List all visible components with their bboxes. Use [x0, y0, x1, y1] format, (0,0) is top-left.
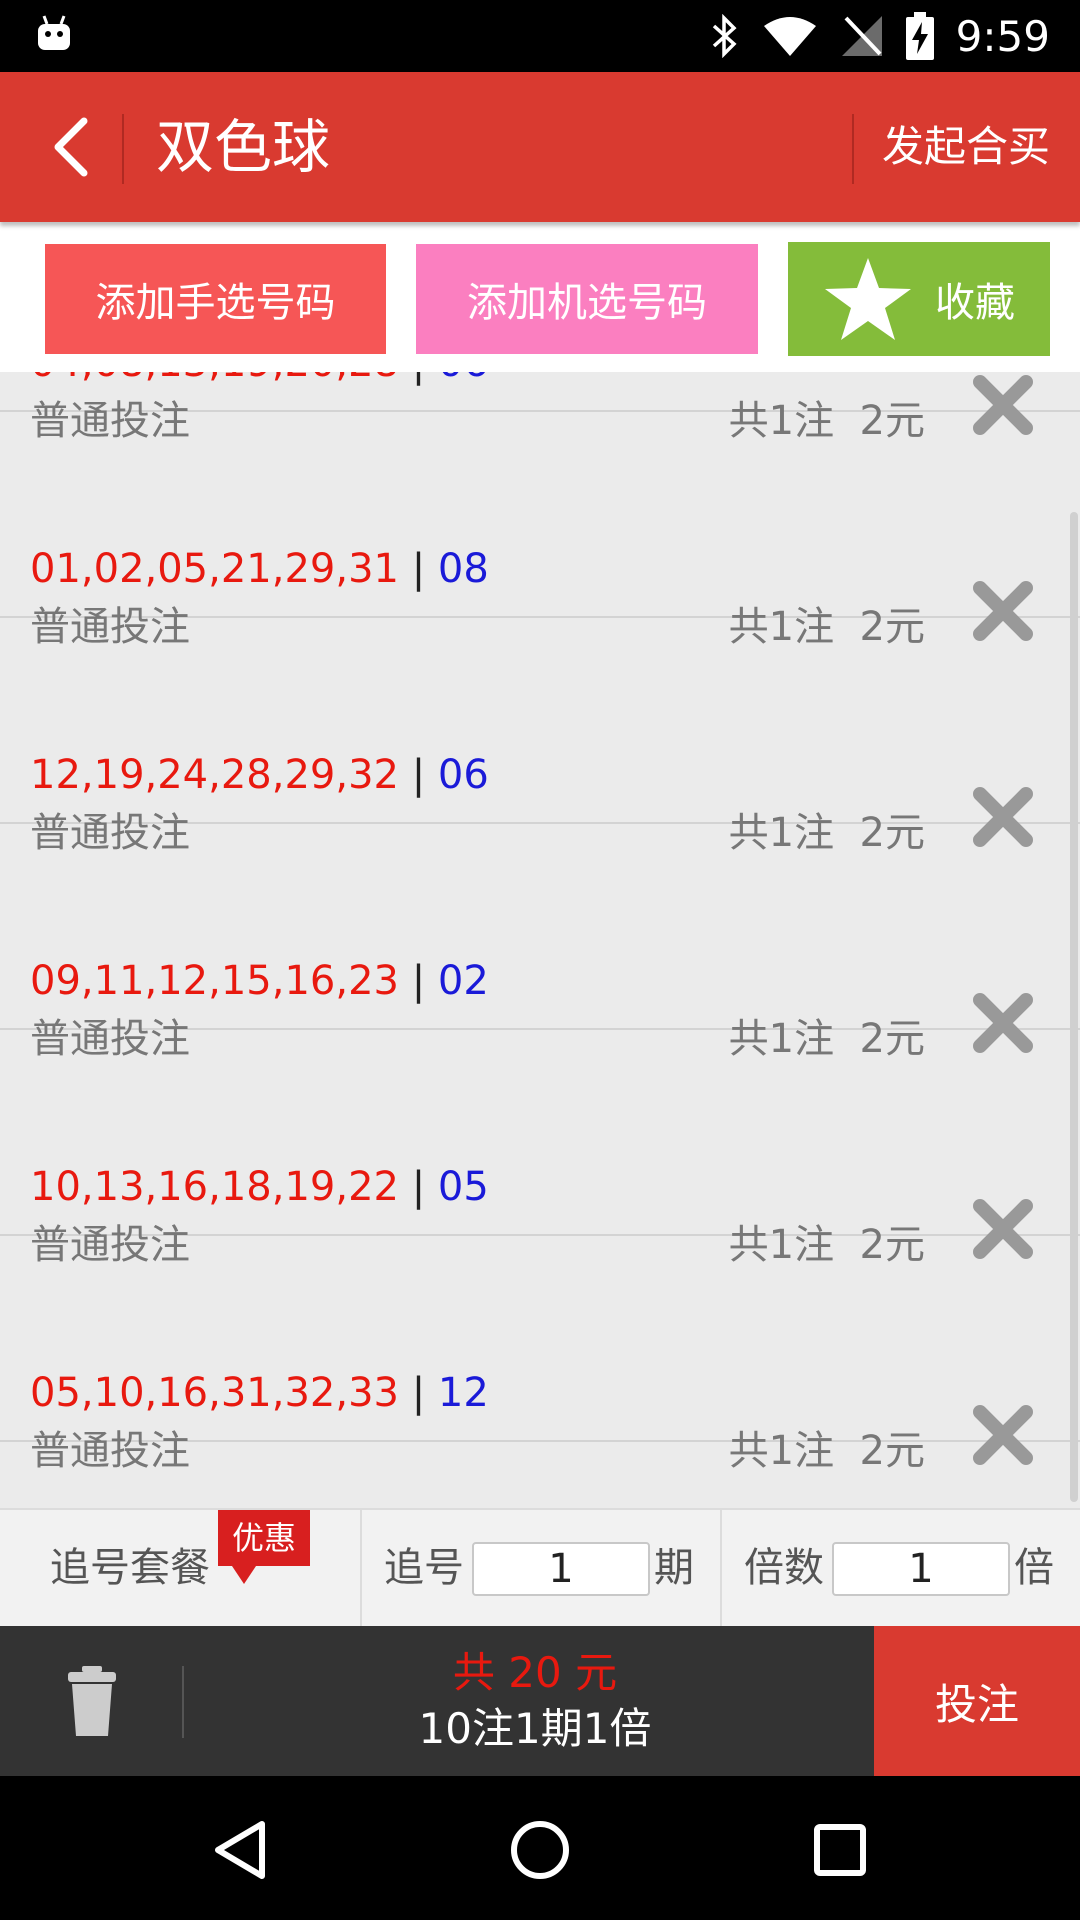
ball-separator: |	[411, 752, 426, 798]
add-random-numbers-button[interactable]: 添加机选号码	[416, 244, 758, 354]
delete-icon[interactable]	[972, 1404, 1034, 1466]
bluetooth-icon	[712, 14, 737, 58]
page-title: 双色球	[156, 113, 331, 181]
favorite-button[interactable]: 收藏	[788, 242, 1050, 356]
list-item: 05,10,16,31,32,33 | 12 普通投注 共1注 2元	[0, 1236, 1080, 1474]
place-bet-label: 投注	[934, 1679, 1019, 1729]
red-balls: 04,08,13,19,20,28	[30, 372, 399, 386]
checkout-divider	[182, 1666, 184, 1738]
blue-ball: 06	[437, 752, 489, 798]
app-header: 双色球 发起合买	[0, 72, 1080, 222]
checkout-bar: 共 20 元 10注1期1倍 投注	[0, 1626, 1080, 1776]
wifi-icon	[763, 17, 816, 56]
star-icon	[825, 258, 911, 340]
red-balls: 09,11,12,15,16,23	[30, 958, 399, 1004]
header-divider	[122, 114, 124, 184]
promo-badge-tail	[232, 1566, 256, 1584]
bet-numbers: 04,08,13,19,20,28 | 06	[30, 372, 489, 388]
chase-divider	[360, 1510, 362, 1626]
red-balls: 05,10,16,31,32,33	[30, 1370, 399, 1416]
header-divider	[852, 114, 854, 184]
place-bet-button[interactable]: 投注	[874, 1626, 1080, 1776]
start-group-buy-button[interactable]: 发起合买	[882, 120, 1050, 174]
periods-input[interactable]: 1	[472, 1542, 650, 1596]
periods-unit: 期	[654, 1545, 694, 1591]
add-numbers-toolbar: 添加手选号码 添加机选号码 收藏	[0, 222, 1080, 372]
status-bar: 9:59	[0, 0, 1080, 72]
navigation-bar	[0, 1776, 1080, 1920]
trash-icon[interactable]	[66, 1666, 118, 1736]
multiple-unit: 倍	[1014, 1545, 1054, 1591]
back-nav-icon[interactable]	[200, 1810, 280, 1890]
home-nav-icon[interactable]	[500, 1810, 580, 1890]
bet-numbers: 12,19,24,28,29,32 | 06	[30, 750, 489, 800]
favorite-label: 收藏	[935, 280, 1015, 326]
clock: 9:59	[955, 11, 1050, 61]
blue-ball: 06	[438, 372, 489, 386]
promo-badge: 优惠	[218, 1510, 310, 1586]
ball-separator: |	[411, 1370, 426, 1416]
add-manual-numbers-button[interactable]: 添加手选号码	[45, 244, 386, 354]
bet-numbers: 10,13,16,18,19,22 | 05	[30, 1162, 489, 1212]
blue-ball: 05	[437, 1164, 489, 1210]
scrollbar[interactable]	[1070, 512, 1078, 1502]
blue-ball: 02	[437, 958, 489, 1004]
ball-separator: |	[411, 958, 426, 1004]
add-manual-numbers-label: 添加手选号码	[95, 280, 336, 326]
battery-charging-icon	[905, 12, 934, 60]
red-balls: 10,13,16,18,19,22	[30, 1164, 399, 1210]
ball-separator: |	[411, 1164, 426, 1210]
bet-summary: 10注1期1倍	[418, 1704, 652, 1753]
bet-numbers: 05,10,16,31,32,33 | 12	[30, 1368, 489, 1418]
multiple-label: 倍数	[744, 1545, 824, 1591]
red-balls: 01,02,05,21,29,31	[30, 546, 399, 592]
ball-separator: |	[411, 546, 426, 592]
bet-cost: 共1注 2元	[728, 1428, 925, 1474]
chase-divider	[720, 1510, 722, 1626]
bet-numbers: 01,02,05,21,29,31 | 08	[30, 544, 489, 594]
bet-numbers: 09,11,12,15,16,23 | 02	[30, 956, 489, 1006]
promo-badge-label: 优惠	[218, 1510, 310, 1566]
chase-package-button[interactable]: 追号套餐	[50, 1510, 210, 1626]
ball-separator: |	[412, 372, 425, 386]
multiple-input[interactable]: 1	[832, 1542, 1010, 1596]
total-amount: 共 20 元	[452, 1648, 618, 1697]
list-item: 10,13,16,18,19,22 | 05 普通投注 共1注 2元	[0, 1030, 1080, 1268]
blue-ball: 08	[437, 546, 489, 592]
list-item: 04,08,13,19,20,28 | 06 普通投注 共1注 2元	[0, 372, 1080, 444]
bet-type: 普通投注	[30, 1428, 190, 1474]
list-item: 01,02,05,21,29,31 | 08 普通投注 共1注 2元	[0, 412, 1080, 650]
chase-options-bar: 追号套餐 优惠 追号 1 期 倍数 1 倍	[0, 1508, 1080, 1626]
list-item: 09,11,12,15,16,23 | 02 普通投注 共1注 2元	[0, 824, 1080, 1062]
android-icon	[38, 15, 70, 50]
add-random-numbers-label: 添加机选号码	[467, 280, 707, 326]
recents-nav-icon[interactable]	[800, 1810, 880, 1890]
periods-label: 追号	[384, 1545, 464, 1591]
chevron-left-icon[interactable]	[36, 107, 116, 187]
list-item: 12,19,24,28,29,32 | 06 普通投注 共1注 2元	[0, 618, 1080, 856]
blue-ball: 12	[437, 1370, 489, 1416]
red-balls: 12,19,24,28,29,32	[30, 752, 399, 798]
no-signal-icon	[841, 16, 882, 56]
bet-list[interactable]: 04,08,13,19,20,28 | 06 普通投注 共1注 2元 01,02…	[0, 372, 1080, 1508]
